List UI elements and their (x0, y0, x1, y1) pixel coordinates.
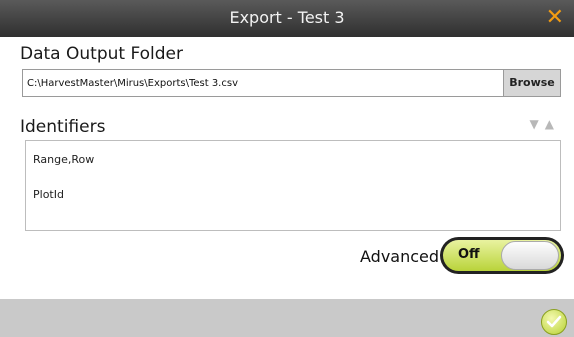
identifiers-label: Identifiers (20, 117, 106, 137)
triangle-down-icon[interactable]: ▼ (530, 117, 545, 131)
output-path-input[interactable] (27, 70, 497, 96)
checkmark-icon (546, 315, 562, 328)
output-folder-label: Data Output Folder (20, 44, 183, 64)
title-bar: Export - Test 3 ✕ (0, 0, 574, 37)
list-item[interactable]: Range,Row (33, 153, 94, 166)
advanced-label: Advanced (360, 247, 440, 266)
bottom-bar (0, 299, 574, 337)
toggle-track: Off (443, 240, 561, 271)
sort-controls: ▼▲ (530, 117, 560, 131)
triangle-up-icon[interactable]: ▲ (545, 117, 560, 131)
advanced-toggle[interactable]: Off (440, 237, 564, 274)
output-path-field: Browse (22, 69, 561, 97)
identifiers-list: Range,Row PlotId (25, 140, 561, 231)
list-item[interactable]: PlotId (33, 188, 64, 201)
toggle-state-label: Off (458, 247, 480, 262)
close-icon[interactable]: ✕ (546, 4, 564, 32)
window-title: Export - Test 3 (229, 8, 345, 27)
toggle-knob[interactable] (501, 241, 559, 270)
checkmark-circle-icon[interactable] (541, 309, 567, 335)
browse-button[interactable]: Browse (503, 70, 560, 96)
